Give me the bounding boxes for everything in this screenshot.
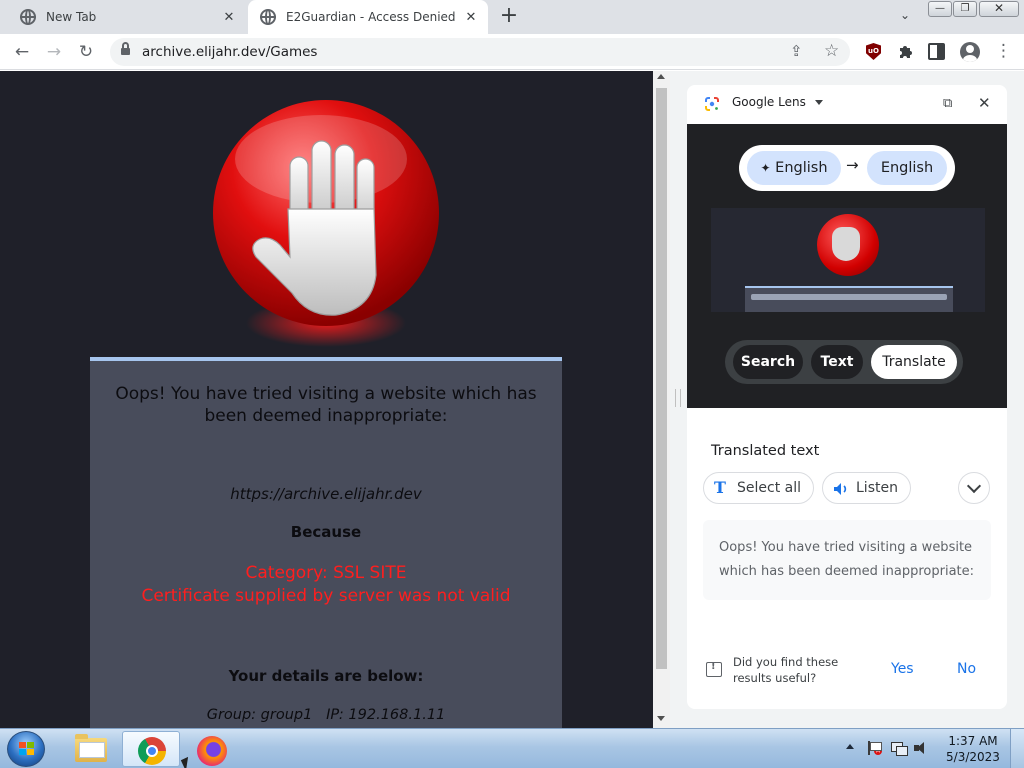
block-category: Category: SSL SITE [245, 563, 407, 583]
tab-title: New Tab [46, 10, 97, 24]
listen-label: Listen [856, 480, 898, 496]
tab-close-icon[interactable]: ✕ [220, 8, 238, 26]
folder-icon [75, 734, 107, 762]
firefox-icon [197, 736, 227, 766]
forward-button[interactable]: → [42, 40, 66, 64]
browser-toolbar: ← → ↻ archive.elijahr.dev/Games ⇪ ☆ uO ⋮ [0, 34, 1024, 70]
source-language-button[interactable]: ✦ English [747, 151, 841, 185]
mode-text-button[interactable]: Text [811, 345, 863, 379]
lens-title[interactable]: Google Lens [732, 95, 806, 109]
details-line: Group: group1 IP: 192.168.1.11 [206, 707, 446, 723]
globe-icon [20, 9, 36, 25]
blocked-url: https://archive.elijahr.dev [230, 485, 422, 503]
taskbar-explorer-button[interactable] [62, 731, 120, 767]
select-all-label: Select all [737, 480, 801, 496]
lens-header: Google Lens ⧉ ✕ [687, 85, 1007, 123]
tab-title: E2Guardian - Access Denied [286, 10, 456, 24]
show-hidden-icons-arrow-icon[interactable] [846, 744, 854, 749]
thumbnail-hand-icon [832, 227, 860, 261]
address-bar[interactable]: archive.elijahr.dev/Games ⇪ ☆ [110, 38, 850, 66]
open-in-new-tab-icon[interactable]: ⧉ [943, 96, 952, 111]
reload-button[interactable]: ↻ [74, 40, 98, 64]
lens-dropdown-icon[interactable] [815, 100, 823, 105]
action-center-flag-icon[interactable]: ✕ [866, 741, 882, 755]
denied-heading: Oops! You have tried visiting a website … [115, 384, 537, 426]
feedback-yes-button[interactable]: Yes [891, 661, 914, 677]
screen: New Tab ✕ E2Guardian - Access Denied ✕ +… [0, 0, 1024, 768]
translated-text-heading: Translated text [711, 443, 820, 459]
thumbnail-text-highlight [745, 286, 953, 312]
new-tab-button[interactable]: + [497, 5, 521, 29]
taskbar-chrome-button[interactable] [122, 731, 180, 767]
feedback-icon [706, 661, 722, 677]
select-all-button[interactable]: T Select all [703, 472, 814, 504]
back-button[interactable]: ← [10, 40, 34, 64]
translation-text[interactable]: Oops! You have tried visiting a website … [719, 536, 979, 584]
system-clock[interactable]: 1:37 AM 5/3/2023 [940, 733, 1006, 765]
lock-icon[interactable] [121, 42, 130, 57]
expand-chevron-icon[interactable] [958, 472, 990, 504]
lens-image-view: ✦ English → English Search Text Translat… [687, 124, 1007, 408]
volume-icon[interactable] [914, 741, 930, 755]
menu-icon[interactable]: ⋮ [995, 42, 1012, 62]
scroll-up-arrow-icon[interactable] [657, 74, 665, 79]
language-arrow-icon: → [846, 156, 859, 174]
tab-search-chevron-icon[interactable]: ⌄ [896, 8, 914, 26]
lens-close-icon[interactable]: ✕ [978, 94, 991, 112]
page-scrollbar[interactable] [653, 71, 670, 728]
scroll-thumb[interactable] [656, 88, 667, 669]
url-text[interactable]: archive.elijahr.dev/Games [142, 44, 317, 60]
side-panel: Google Lens ⧉ ✕ ✦ English → English Sear… [670, 71, 1024, 728]
feedback-question: Did you find these results useful? [733, 655, 839, 685]
windows-flag-icon [19, 742, 35, 756]
ublock-icon[interactable]: uO [866, 43, 881, 60]
show-desktop-button[interactable] [1010, 729, 1024, 768]
lens-mode-switcher: Search Text Translate [725, 340, 963, 384]
source-language-label: English [775, 160, 828, 176]
window-close-button[interactable]: ✕ [979, 1, 1019, 17]
taskbar-firefox-button[interactable] [184, 731, 242, 767]
mode-search-button[interactable]: Search [733, 345, 803, 379]
sparkle-icon: ✦ [760, 161, 771, 175]
tab-new-tab[interactable]: New Tab ✕ [8, 0, 246, 34]
tab-close-icon[interactable]: ✕ [462, 8, 480, 26]
tab-access-denied[interactable]: E2Guardian - Access Denied ✕ [248, 0, 488, 34]
window-minimize-button[interactable]: — [928, 1, 952, 17]
lens-logo-icon [705, 97, 719, 111]
clock-date: 5/3/2023 [946, 750, 1000, 764]
because-label: Because [290, 523, 362, 541]
globe-icon [260, 9, 276, 25]
speaker-icon [834, 483, 847, 495]
profile-icon[interactable] [960, 42, 980, 62]
window-maximize-button[interactable]: ❐ [953, 1, 977, 17]
share-icon[interactable]: ⇪ [790, 42, 803, 60]
feedback-no-button[interactable]: No [957, 661, 976, 677]
scroll-down-arrow-icon[interactable] [657, 716, 665, 721]
panel-resize-handle[interactable] [675, 389, 681, 407]
target-language-button[interactable]: English [867, 151, 947, 185]
stop-hand-icon [213, 100, 439, 347]
clock-time: 1:37 AM [948, 734, 998, 748]
block-reason: Certificate supplied by server was not v… [141, 586, 511, 606]
access-denied-card: Oops! You have tried visiting a website … [90, 357, 562, 728]
mode-translate-button[interactable]: Translate [871, 345, 957, 379]
star-icon[interactable]: ☆ [824, 41, 839, 61]
lens-panel: Google Lens ⧉ ✕ ✦ English → English Sear… [687, 85, 1007, 709]
network-icon[interactable] [891, 741, 908, 756]
translation-result: Oops! You have tried visiting a website … [703, 520, 991, 600]
tab-strip: New Tab ✕ E2Guardian - Access Denied ✕ +… [0, 0, 1024, 34]
web-page: Oops! You have tried visiting a website … [0, 71, 653, 728]
taskbar: ✕ 1:37 AM 5/3/2023 [0, 728, 1024, 768]
side-panel-icon[interactable] [928, 43, 945, 60]
language-selector: ✦ English → English [739, 145, 955, 191]
details-heading: Your details are below: [228, 667, 424, 685]
screenshot-thumbnail[interactable] [711, 208, 985, 312]
windows-start-icon[interactable] [7, 731, 45, 767]
listen-button[interactable]: Listen [822, 472, 911, 504]
puzzle-icon[interactable] [898, 43, 914, 59]
select-text-icon: T [714, 478, 726, 497]
chrome-icon [138, 737, 166, 765]
